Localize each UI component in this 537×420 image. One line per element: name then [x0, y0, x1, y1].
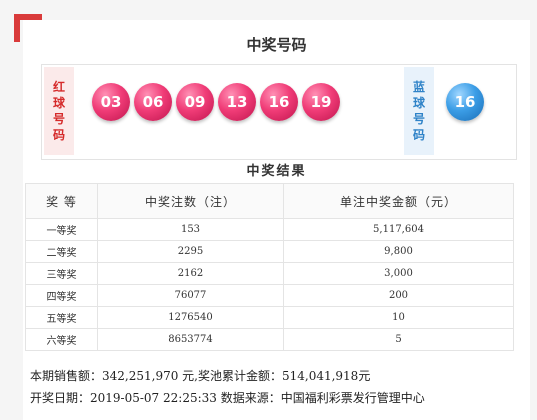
prize-amount: 5: [283, 328, 514, 351]
page-title: 中奖号码: [246, 36, 307, 54]
blue-label-char: 码: [412, 128, 425, 142]
red-ball: 03: [92, 83, 130, 121]
blue-ball-label: 蓝 球 号 码: [404, 67, 434, 155]
prize-level: 二等奖: [25, 240, 98, 263]
red-ball: 19: [302, 83, 340, 121]
prize-table: 奖 等 中奖注数（注） 单注中奖金额（元） 一等奖 153 5,117,604 …: [25, 183, 514, 351]
prize-amount: 200: [283, 284, 514, 307]
red-label-char: 码: [52, 128, 65, 142]
prize-level: 五等奖: [25, 306, 98, 329]
winner-count: 8653774: [97, 328, 284, 351]
blue-label-char: 号: [412, 112, 425, 126]
table-row: 二等奖 2295 9,800: [25, 240, 514, 263]
prize-amount: 5,117,604: [283, 218, 514, 241]
blue-ball: 16: [446, 83, 484, 121]
lottery-result-card: 中奖号码 红 球 号 码 03 06 09 13 16 19 蓝 球 号 码 1…: [23, 20, 530, 420]
winning-numbers-panel: 红 球 号 码 03 06 09 13 16 19 蓝 球 号 码 16: [41, 64, 517, 160]
prize-amount: 9,800: [283, 240, 514, 263]
sales-summary: 本期销售额：342,251,970 元,奖池累计金额：514,041,918元: [30, 369, 371, 383]
table-row: 五等奖 1276540 10: [25, 306, 514, 329]
red-label-char: 球: [52, 96, 65, 110]
prize-level: 四等奖: [25, 284, 98, 307]
red-ball: 16: [260, 83, 298, 121]
prize-amount: 10: [283, 306, 514, 329]
red-ball: 09: [176, 83, 214, 121]
draw-info: 开奖日期：2019-05-07 22:25:33 数据来源：中国福利彩票发行管理…: [30, 391, 425, 405]
results-title: 中奖结果: [246, 164, 307, 179]
blue-label-char: 球: [412, 96, 425, 110]
winner-count: 2295: [97, 240, 284, 263]
column-header-amount: 单注中奖金额（元）: [283, 183, 514, 219]
red-label-char: 号: [52, 112, 65, 126]
prize-level: 六等奖: [25, 328, 98, 351]
winner-count: 1276540: [97, 306, 284, 329]
table-row: 六等奖 8653774 5: [25, 328, 514, 351]
column-header-count: 中奖注数（注）: [97, 183, 284, 219]
winner-count: 76077: [97, 284, 284, 307]
column-header-level: 奖 等: [25, 183, 98, 219]
prize-level: 三等奖: [25, 262, 98, 285]
red-ball-label: 红 球 号 码: [44, 67, 74, 155]
blue-label-char: 蓝: [412, 80, 425, 94]
red-label-char: 红: [52, 80, 65, 94]
table-row: 一等奖 153 5,117,604: [25, 218, 514, 241]
table-header-row: 奖 等 中奖注数（注） 单注中奖金额（元）: [25, 183, 514, 219]
table-row: 三等奖 2162 3,000: [25, 262, 514, 285]
table-row: 四等奖 76077 200: [25, 284, 514, 307]
red-ball: 06: [134, 83, 172, 121]
prize-level: 一等奖: [25, 218, 98, 241]
winner-count: 2162: [97, 262, 284, 285]
red-ball: 13: [218, 83, 256, 121]
winner-count: 153: [97, 218, 284, 241]
prize-amount: 3,000: [283, 262, 514, 285]
